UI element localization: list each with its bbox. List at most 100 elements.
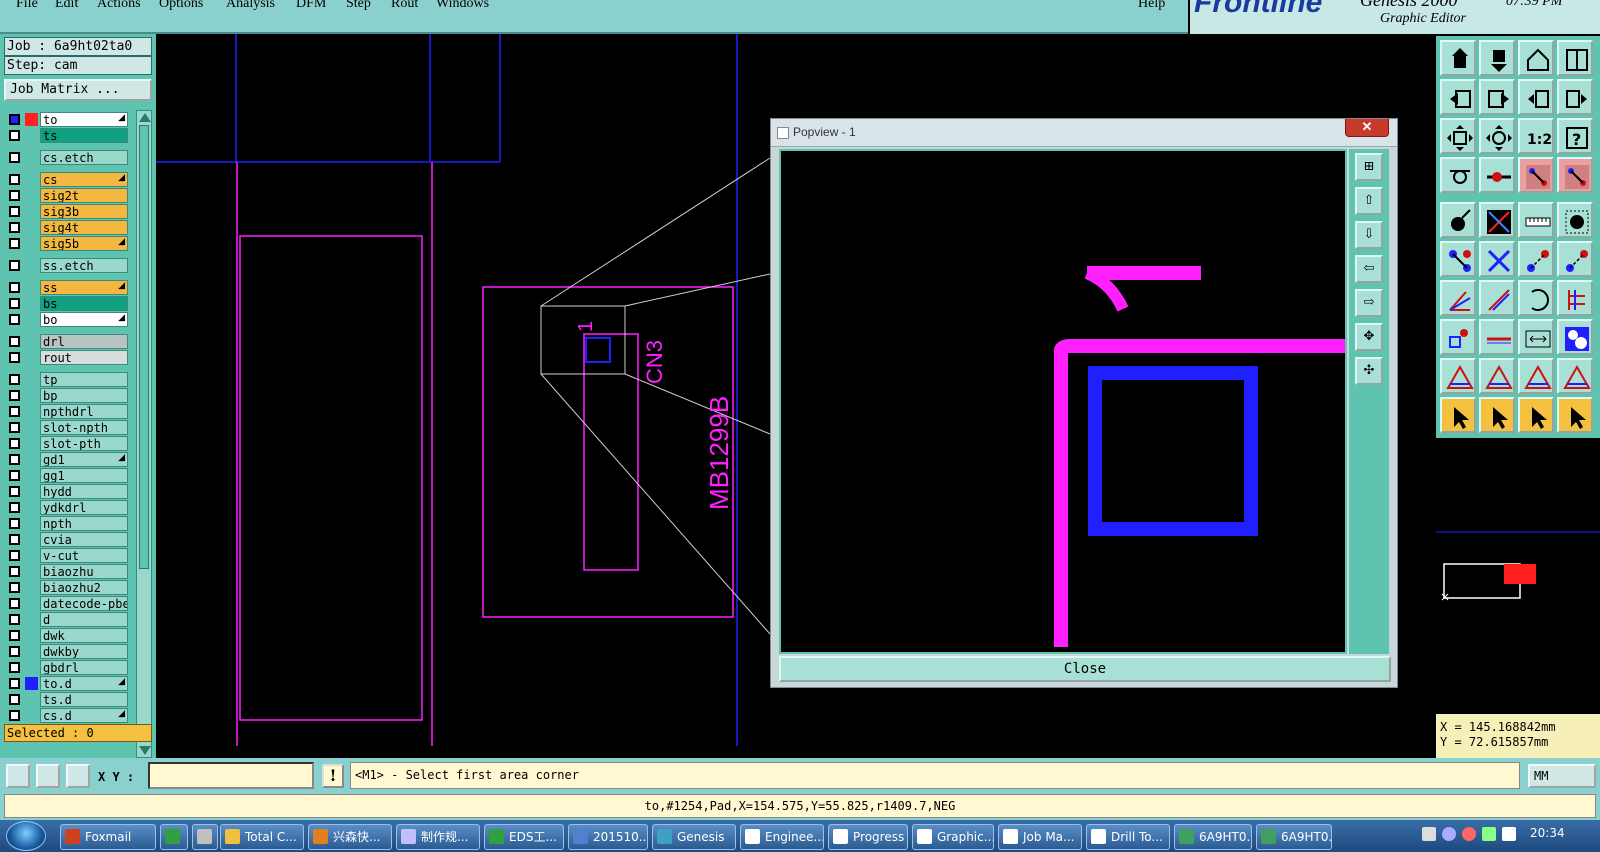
home-button[interactable] — [1518, 40, 1554, 76]
job-matrix-button[interactable]: Job Matrix ... — [4, 79, 152, 101]
taskbar-item[interactable]: 兴森快... — [308, 824, 392, 850]
settings-button[interactable] — [1440, 157, 1476, 193]
angle-button[interactable] — [1440, 280, 1476, 316]
diagonal-select-button[interactable] — [1479, 202, 1515, 238]
layer-row[interactable]: dwk — [6, 628, 128, 643]
triangle-button[interactable] — [1518, 358, 1554, 394]
layer-row[interactable]: slot-npth — [6, 420, 128, 435]
layer-name[interactable]: bp — [40, 388, 128, 403]
layer-checkbox[interactable] — [9, 222, 20, 233]
layer-color-swatch[interactable] — [25, 677, 38, 690]
layer-row[interactable]: rout — [6, 350, 128, 365]
menu-dfm[interactable]: DFM — [296, 0, 326, 12]
grid-snap-icon[interactable] — [66, 764, 90, 788]
layer-row[interactable]: dwkby — [6, 644, 128, 659]
layer-checkbox[interactable] — [9, 314, 20, 325]
layer-up-button[interactable] — [1440, 40, 1476, 76]
xy-input[interactable] — [148, 762, 314, 789]
menu-help[interactable]: Help — [1138, 0, 1165, 12]
layer-checkbox[interactable] — [9, 174, 20, 185]
layer-name[interactable]: slot-npth — [40, 420, 128, 435]
move-right-button[interactable] — [1479, 79, 1515, 115]
layer-row[interactable]: sig3b — [6, 204, 128, 219]
taskbar-item[interactable]: Graphic... — [912, 824, 994, 850]
layer-checkbox[interactable] — [9, 502, 20, 513]
layer-name[interactable]: biaozhu2 — [40, 580, 128, 595]
layer-row[interactable]: to ◢ — [6, 112, 128, 127]
line-end-button[interactable] — [1557, 241, 1593, 277]
layer-checkbox[interactable] — [9, 130, 20, 141]
help-button[interactable]: ? — [1557, 118, 1593, 154]
taskbar-item[interactable]: Progress — [828, 824, 908, 850]
layer-checkbox[interactable] — [9, 336, 20, 347]
taskbar-item[interactable]: 201510... — [568, 824, 648, 850]
volume-icon[interactable] — [1502, 827, 1516, 841]
layer-name[interactable]: gd1 — [40, 452, 128, 467]
menu-rout[interactable]: Rout — [391, 0, 418, 12]
zoom-window-icon[interactable]: ⊞ — [1355, 153, 1383, 181]
layer-name[interactable]: hydd — [40, 484, 128, 499]
menu-actions[interactable]: Actions — [97, 0, 141, 12]
slant-button[interactable] — [1479, 280, 1515, 316]
layer-down-button[interactable] — [1479, 40, 1515, 76]
menu-analysis[interactable]: Analysis — [226, 0, 275, 12]
layer-checkbox[interactable] — [9, 598, 20, 609]
angle-snap-icon[interactable] — [36, 764, 60, 788]
layer-name[interactable]: v-cut — [40, 548, 128, 563]
layer-row[interactable]: ss.etch — [6, 258, 128, 273]
triangle-button[interactable] — [1557, 358, 1593, 394]
layer-scrollbar[interactable] — [136, 110, 152, 758]
close-icon[interactable]: ✕ — [1345, 119, 1389, 137]
layer-checkbox[interactable] — [9, 406, 20, 417]
layer-name[interactable]: cs.d — [40, 708, 128, 723]
layer-checkbox[interactable] — [9, 422, 20, 433]
layer-name[interactable]: datecode-pbe — [40, 596, 128, 611]
layer-checkbox[interactable] — [9, 454, 20, 465]
fit-icon[interactable]: ✥ — [1355, 323, 1383, 351]
layer-name[interactable]: biaozhu — [40, 564, 128, 579]
units-select[interactable]: MM — [1528, 764, 1596, 788]
layer-checkbox[interactable] — [9, 390, 20, 401]
taskbar-item[interactable]: Total C... — [220, 824, 304, 850]
layer-name[interactable]: to.d — [40, 676, 128, 691]
pointer-button[interactable] — [1440, 397, 1476, 433]
layer-row[interactable]: gbdrl — [6, 660, 128, 675]
layer-checkbox[interactable] — [9, 630, 20, 641]
layer-name[interactable]: npthdrl — [40, 404, 128, 419]
layer-row[interactable]: datecode-pbe — [6, 596, 128, 611]
layer-name[interactable]: sig4t — [40, 220, 128, 235]
layer-checkbox[interactable] — [9, 282, 20, 293]
keyboard-icon[interactable] — [1422, 827, 1436, 841]
triangle-button[interactable] — [1479, 358, 1515, 394]
scroll-thumb[interactable] — [139, 125, 149, 569]
layer-checkbox[interactable] — [9, 352, 20, 363]
popview-canvas[interactable] — [779, 149, 1347, 654]
ruler-button[interactable] — [1518, 202, 1554, 238]
step-back-button[interactable] — [1518, 79, 1554, 115]
mini-map[interactable] — [1436, 440, 1600, 714]
layer-row[interactable]: cvia — [6, 532, 128, 547]
layer-name[interactable]: gg1 — [40, 468, 128, 483]
pointer-button[interactable] — [1518, 397, 1554, 433]
warning-icon[interactable]: ! — [322, 764, 344, 788]
layer-name[interactable]: ss — [40, 280, 128, 295]
layer-row[interactable]: ts.d — [6, 692, 128, 707]
layer-row[interactable]: cs.d ◢ — [6, 708, 128, 723]
taskbar-item[interactable]: Job Ma... — [998, 824, 1082, 850]
line-red-button[interactable] — [1479, 319, 1515, 355]
layer-name[interactable]: cvia — [40, 532, 128, 547]
layer-row[interactable]: biaozhu — [6, 564, 128, 579]
line-end-button[interactable] — [1518, 241, 1554, 277]
pointer-button[interactable] — [1557, 397, 1593, 433]
layer-row[interactable]: d — [6, 612, 128, 627]
pan-left-icon[interactable]: ⇦ — [1355, 255, 1383, 283]
layer-name[interactable]: to — [40, 112, 128, 127]
taskbar-item[interactable]: 制作规... — [396, 824, 480, 850]
layer-row[interactable]: sig2t — [6, 188, 128, 203]
layer-name[interactable]: cs — [40, 172, 128, 187]
zoom-out-icon[interactable]: ⇩ — [1355, 221, 1383, 249]
layer-checkbox[interactable] — [9, 470, 20, 481]
layer-row[interactable]: gd1 ◢ — [6, 452, 128, 467]
layer-name[interactable]: slot-pth — [40, 436, 128, 451]
layer-checkbox[interactable] — [9, 662, 20, 673]
